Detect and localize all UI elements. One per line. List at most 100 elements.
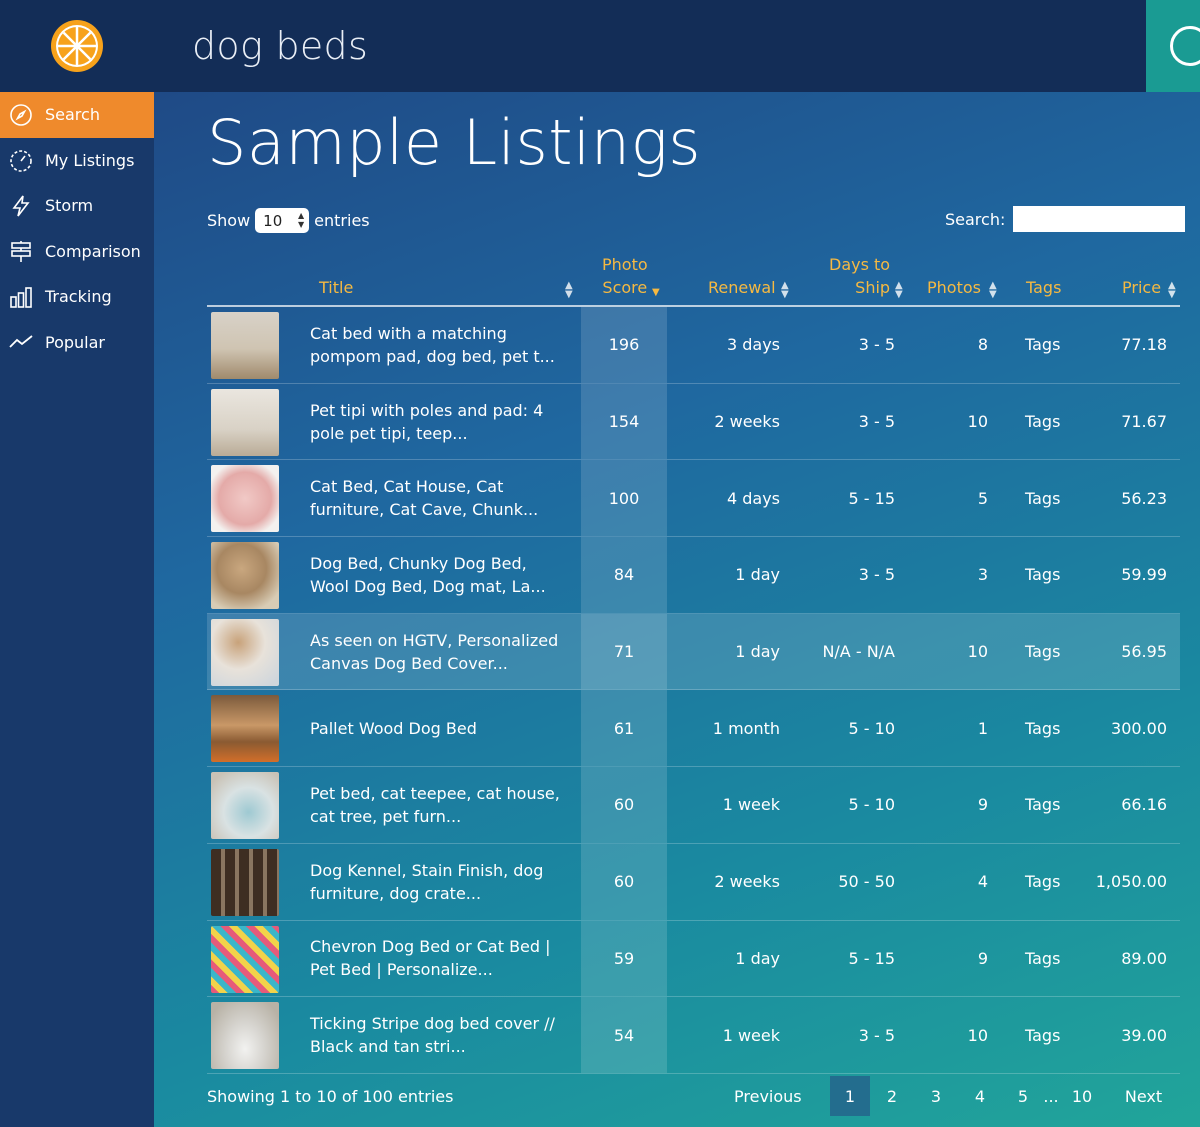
col-header-renewal[interactable]: Renewal bbox=[708, 276, 776, 299]
tags-link[interactable]: Tags bbox=[1025, 921, 1075, 997]
logo[interactable] bbox=[0, 0, 154, 92]
listing-thumbnail[interactable] bbox=[211, 772, 279, 840]
renewal: 1 week bbox=[722, 795, 780, 815]
photo-score: 54 bbox=[613, 1025, 635, 1045]
table-info: Showing 1 to 10 of 100 entries bbox=[207, 1087, 454, 1106]
listing-title[interactable]: Pet bed, cat teepee, cat house, cat tree… bbox=[310, 767, 570, 843]
sort-both-icon[interactable]: ▲ ▼ bbox=[1168, 281, 1176, 300]
listing-title[interactable]: Ticking Stripe dog bed cover // Black an… bbox=[310, 997, 570, 1073]
tags-link[interactable]: Tags bbox=[1025, 307, 1075, 383]
days-to-ship: 3 - 5 bbox=[858, 1025, 895, 1045]
col-header-tags[interactable]: Tags bbox=[1026, 276, 1061, 299]
table-row[interactable]: Pet bed, cat teepee, cat house, cat tree… bbox=[207, 767, 1180, 844]
table-row[interactable]: Chevron Dog Bed or Cat Bed | Pet Bed | P… bbox=[207, 920, 1180, 998]
listing-thumbnail[interactable] bbox=[211, 695, 279, 763]
photo-score: 154 bbox=[608, 412, 640, 432]
search-query-title[interactable]: dog beds bbox=[192, 24, 368, 68]
entries-select[interactable]: 10 ▲ ▼ bbox=[255, 208, 310, 233]
table-row[interactable]: Pallet Wood Dog Bed 61 1 month 5 - 10 1 … bbox=[207, 690, 1180, 768]
photos-count: 9 bbox=[977, 948, 988, 968]
search-input[interactable] bbox=[1013, 206, 1186, 232]
sidebar-item-my-listings[interactable]: My Listings bbox=[0, 138, 154, 184]
sort-both-icon[interactable]: ▲ ▼ bbox=[781, 281, 789, 300]
listing-title[interactable]: Cat bed with a matching pompom pad, dog … bbox=[310, 307, 570, 383]
sidebar-item-popular[interactable]: Popular bbox=[0, 320, 154, 366]
listing-title[interactable]: Cat Bed, Cat House, Cat furniture, Cat C… bbox=[310, 460, 570, 536]
photos-count: 3 bbox=[977, 565, 988, 585]
listing-thumbnail[interactable] bbox=[211, 388, 279, 456]
photo-score: 196 bbox=[608, 335, 640, 355]
photo-score: 71 bbox=[613, 642, 635, 662]
listing-title[interactable]: As seen on HGTV, Personalized Canvas Dog… bbox=[310, 614, 570, 690]
renewal: 1 day bbox=[735, 565, 780, 585]
price: 56.95 bbox=[1121, 642, 1167, 662]
listing-thumbnail[interactable] bbox=[211, 848, 279, 916]
sidebar-item-comparison[interactable]: Comparison bbox=[0, 229, 154, 275]
previous-button[interactable]: Previous bbox=[734, 1076, 830, 1116]
renewal: 1 week bbox=[722, 1025, 780, 1045]
listing-title[interactable]: Chevron Dog Bed or Cat Bed | Pet Bed | P… bbox=[310, 921, 570, 997]
tags-link[interactable]: Tags bbox=[1025, 460, 1075, 536]
tags-link[interactable]: Tags bbox=[1025, 384, 1075, 460]
col-header-price[interactable]: Price bbox=[1122, 276, 1161, 299]
page-3-button[interactable]: 3 bbox=[914, 1076, 958, 1116]
photos-count: 10 bbox=[967, 1025, 988, 1045]
sidebar-nav: Search My Listings Storm Comparison Trac… bbox=[0, 92, 154, 365]
sidebar-item-search[interactable]: Search bbox=[0, 92, 154, 138]
gauge-icon bbox=[8, 147, 34, 173]
sidebar-item-tracking[interactable]: Tracking bbox=[0, 274, 154, 320]
listing-title[interactable]: Pet tipi with poles and pad: 4 pole pet … bbox=[310, 384, 570, 460]
listing-thumbnail[interactable] bbox=[211, 465, 279, 533]
listing-thumbnail[interactable] bbox=[211, 542, 279, 610]
bar-chart-icon bbox=[8, 284, 34, 310]
listing-thumbnail[interactable] bbox=[211, 312, 279, 379]
header-search-button[interactable] bbox=[1146, 0, 1200, 92]
page-1-button[interactable]: 1 bbox=[830, 1076, 870, 1116]
sort-desc-icon[interactable]: ▼ bbox=[652, 288, 660, 298]
next-button[interactable]: Next bbox=[1106, 1076, 1181, 1116]
listing-thumbnail[interactable] bbox=[211, 925, 279, 993]
sidebar-item-label: Comparison bbox=[45, 241, 141, 261]
tags-link[interactable]: Tags bbox=[1025, 997, 1075, 1073]
page-2-button[interactable]: 2 bbox=[870, 1076, 914, 1116]
tags-link[interactable]: Tags bbox=[1025, 614, 1075, 690]
sort-both-icon[interactable]: ▲ ▼ bbox=[989, 281, 997, 300]
table-row[interactable]: Cat Bed, Cat House, Cat furniture, Cat C… bbox=[207, 460, 1180, 538]
days-to-ship: 5 - 10 bbox=[848, 718, 895, 738]
page-10-button[interactable]: 10 bbox=[1058, 1076, 1106, 1116]
table-row[interactable]: As seen on HGTV, Personalized Canvas Dog… bbox=[207, 613, 1180, 691]
listing-title[interactable]: Dog Kennel, Stain Finish, dog furniture,… bbox=[310, 844, 570, 920]
col-header-title[interactable]: Title bbox=[319, 276, 353, 299]
page-4-button[interactable]: 4 bbox=[958, 1076, 1002, 1116]
price: 89.00 bbox=[1121, 948, 1167, 968]
page-5-button[interactable]: 5 bbox=[1002, 1076, 1044, 1116]
photo-score: 59 bbox=[613, 948, 635, 968]
table-row[interactable]: Dog Bed, Chunky Dog Bed, Wool Dog Bed, D… bbox=[207, 537, 1180, 614]
price: 1,050.00 bbox=[1095, 872, 1167, 892]
photos-count: 4 bbox=[977, 872, 988, 892]
tags-link[interactable]: Tags bbox=[1025, 537, 1075, 613]
col-header-days-to-ship[interactable]: Days to Ship bbox=[829, 253, 890, 299]
listing-title[interactable]: Dog Bed, Chunky Dog Bed, Wool Dog Bed, D… bbox=[310, 537, 570, 613]
table-row[interactable]: Pet tipi with poles and pad: 4 pole pet … bbox=[207, 383, 1180, 461]
listing-thumbnail[interactable] bbox=[211, 618, 279, 686]
tags-link[interactable]: Tags bbox=[1025, 690, 1075, 766]
col-header-photo-score[interactable]: Photo Score bbox=[602, 253, 648, 299]
col-header-photos[interactable]: Photos bbox=[927, 276, 981, 299]
sidebar-item-label: Tracking bbox=[45, 287, 112, 307]
lightning-icon bbox=[8, 193, 34, 219]
renewal: 3 days bbox=[726, 335, 780, 355]
days-to-ship: 3 - 5 bbox=[858, 412, 895, 432]
table-row[interactable]: Cat bed with a matching pompom pad, dog … bbox=[207, 307, 1180, 384]
search-icon bbox=[1170, 26, 1200, 66]
sort-both-icon[interactable]: ▲ ▼ bbox=[565, 281, 573, 300]
listing-title[interactable]: Pallet Wood Dog Bed bbox=[310, 690, 570, 766]
tags-link[interactable]: Tags bbox=[1025, 767, 1075, 843]
table-row[interactable]: Ticking Stripe dog bed cover // Black an… bbox=[207, 997, 1180, 1074]
sort-both-icon[interactable]: ▲ ▼ bbox=[895, 281, 903, 300]
table-row[interactable]: Dog Kennel, Stain Finish, dog furniture,… bbox=[207, 843, 1180, 921]
sidebar-item-storm[interactable]: Storm bbox=[0, 183, 154, 229]
price: 39.00 bbox=[1121, 1025, 1167, 1045]
listing-thumbnail[interactable] bbox=[211, 1002, 279, 1070]
tags-link[interactable]: Tags bbox=[1025, 844, 1075, 920]
